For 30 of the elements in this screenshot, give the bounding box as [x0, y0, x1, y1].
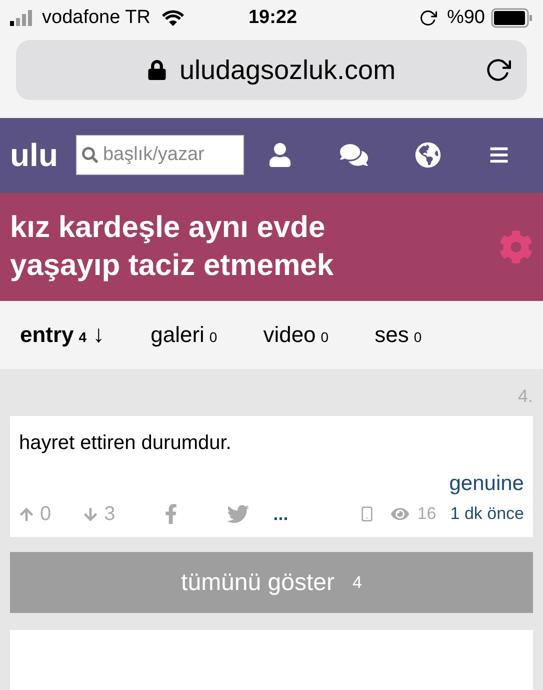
wifi-icon: [162, 10, 184, 26]
tab[interactable]: video 0: [263, 318, 329, 352]
clock: 19:22: [248, 6, 298, 30]
battery-icon: [491, 8, 533, 28]
search-icon: [82, 147, 98, 164]
downvote-count: 3: [104, 502, 116, 527]
site-logo[interactable]: ulu: [10, 131, 58, 180]
tab[interactable]: ses 0: [374, 318, 422, 352]
search-field[interactable]: başlık/yazar: [76, 135, 244, 176]
menu-icon[interactable]: [489, 145, 510, 166]
address-bar[interactable]: uludagsozluk.com: [16, 40, 527, 100]
tab[interactable]: entry 4 ↓: [20, 316, 105, 353]
entry-number: 4.: [518, 384, 533, 408]
lock-icon: [147, 60, 168, 80]
view-count: 16: [417, 503, 436, 526]
views-icon: [391, 505, 410, 523]
carrier-name: vodafone TR: [42, 6, 150, 30]
user-icon[interactable]: [268, 143, 292, 168]
entry-text: hayret ettiren durumdur.: [19, 430, 232, 456]
url-text: uludagsozluk.com: [179, 54, 396, 87]
entry-time[interactable]: 1 dk önce: [450, 501, 524, 527]
reload-icon[interactable]: [485, 57, 511, 83]
tab[interactable]: galeri 0: [150, 318, 218, 352]
upvote-count: 0: [40, 502, 52, 527]
phone-icon: [359, 506, 376, 522]
more-button[interactable]: ...: [273, 500, 288, 528]
author-link[interactable]: genuine: [449, 468, 524, 499]
topic-title: kız kardeşle aynı evde yaşayıp taciz etmemek: [10, 210, 335, 284]
globe-icon[interactable]: [415, 142, 442, 168]
battery-percent: %90: [446, 6, 485, 30]
